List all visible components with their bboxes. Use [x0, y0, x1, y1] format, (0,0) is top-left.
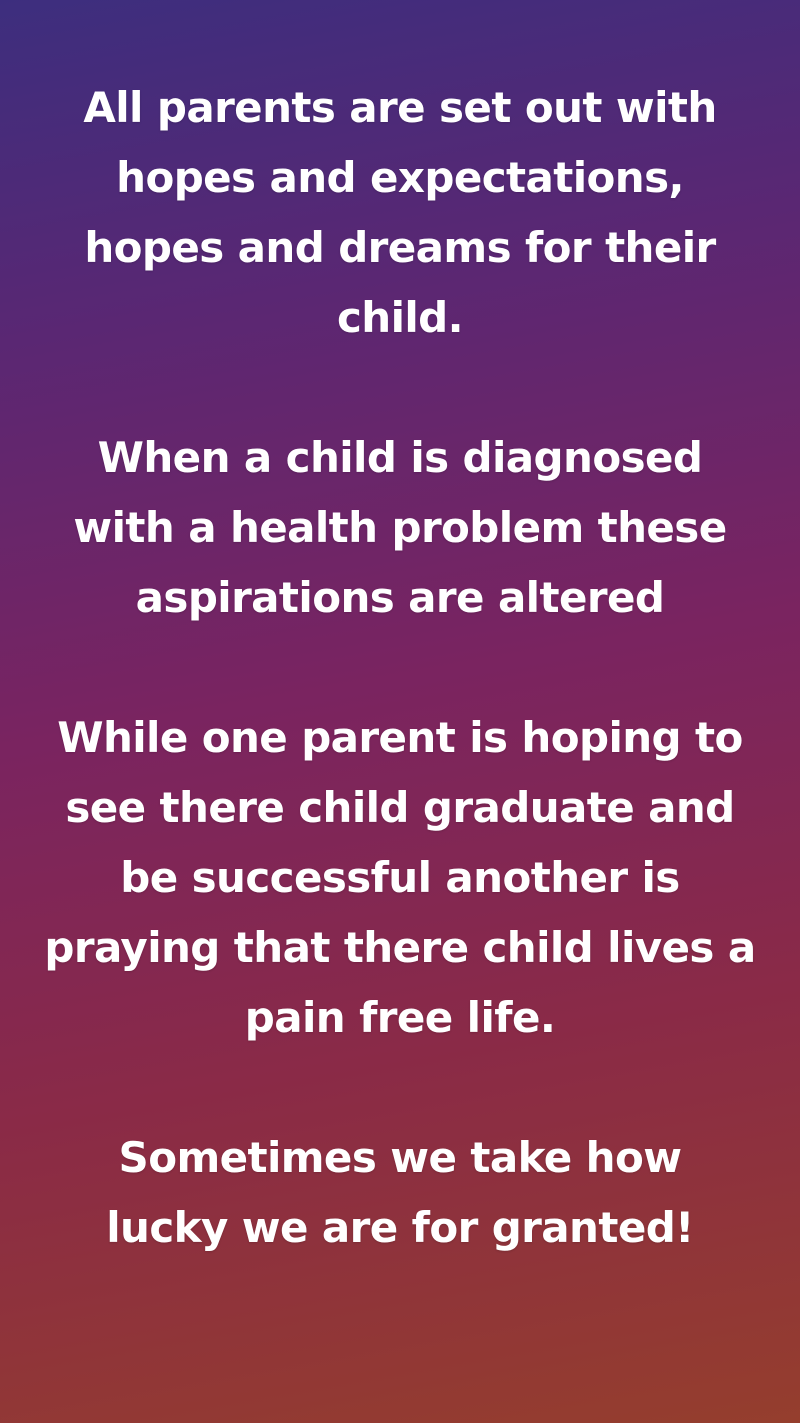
story-paragraph-2: When a child is diagnosed with a health …: [20, 423, 780, 633]
story-line: lucky we are for granted!: [106, 1203, 694, 1252]
story-line: hopes and dreams for their: [84, 223, 716, 272]
story-line: see there child graduate and: [65, 783, 735, 832]
story-paragraph-1: All parents are set out with hopes and e…: [20, 73, 780, 353]
story-line: pain free life.: [244, 993, 556, 1042]
story-line: child.: [336, 293, 464, 342]
story-line: aspirations are altered: [135, 573, 665, 622]
story-line: While one parent is hoping to: [57, 713, 743, 762]
story-line: All parents are set out with: [83, 83, 717, 132]
story-line: When a child is diagnosed: [97, 433, 703, 482]
story-line: Sometimes we take how: [118, 1133, 682, 1182]
story-line: with a health problem these: [73, 503, 727, 552]
story-background: All parents are set out with hopes and e…: [0, 0, 800, 1423]
story-paragraph-4: Sometimes we take how lucky we are for g…: [20, 1123, 780, 1263]
story-line: be successful another is: [120, 853, 680, 902]
story-paragraph-3: While one parent is hoping to see there …: [20, 703, 780, 1053]
story-line: praying that there child lives a: [44, 923, 756, 972]
story-line: hopes and expectations,: [116, 153, 684, 202]
